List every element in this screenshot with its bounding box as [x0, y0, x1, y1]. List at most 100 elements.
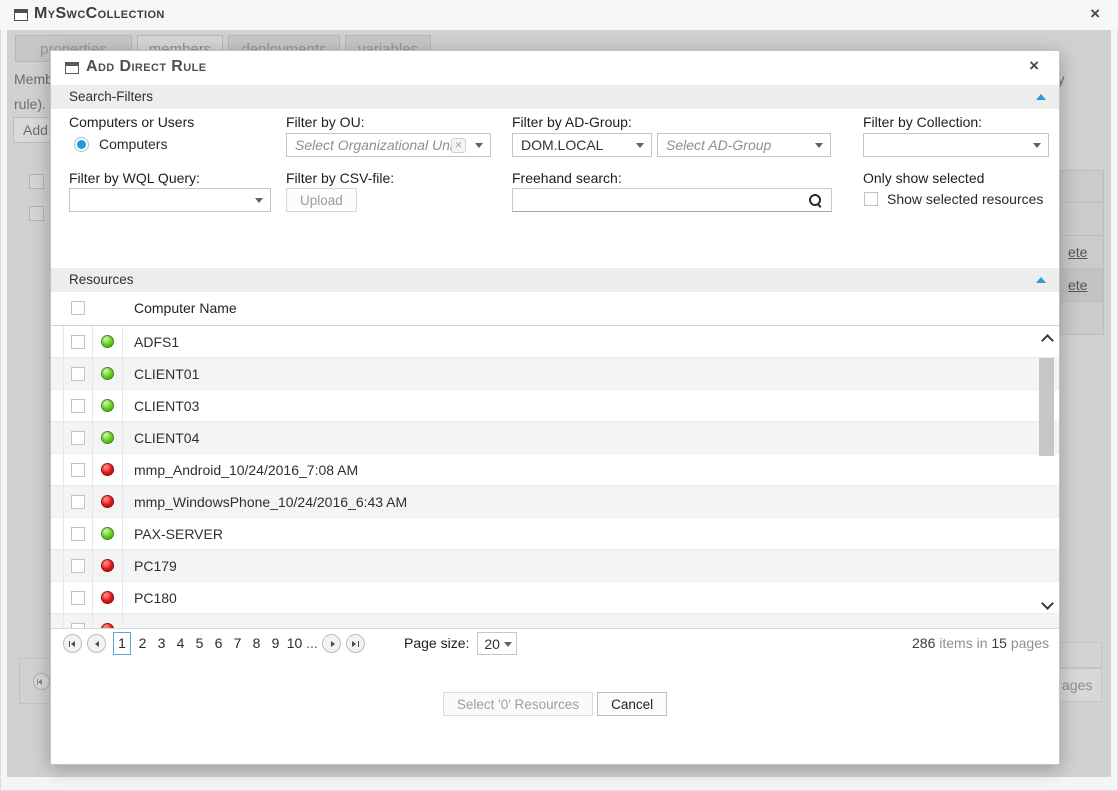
items-count: 286: [912, 635, 935, 651]
page-number[interactable]: 6: [209, 635, 228, 651]
row-checkbox[interactable]: [71, 431, 85, 445]
bg-table-checkbox[interactable]: [29, 206, 44, 221]
freehand-search-input[interactable]: [513, 189, 805, 211]
clear-icon[interactable]: ✕: [451, 138, 466, 153]
ad-group-combobox[interactable]: Select AD-Group: [657, 133, 831, 157]
page-number[interactable]: 9: [266, 635, 285, 651]
ad-group-placeholder: Select AD-Group: [666, 137, 771, 153]
prev-page-button[interactable]: [87, 634, 106, 653]
dialog-icon: [65, 62, 79, 74]
chevron-down-icon[interactable]: [815, 143, 823, 148]
page-size-dropdown[interactable]: 20: [477, 632, 517, 655]
upload-button[interactable]: Upload: [286, 188, 357, 212]
bg-table-cell: ete: [1060, 236, 1104, 269]
collapse-icon[interactable]: [1036, 94, 1046, 100]
add-direct-rule-dialog: Add Direct Rule × Search-Filters Compute…: [50, 50, 1060, 765]
first-page-button[interactable]: [63, 634, 82, 653]
page-number[interactable]: 7: [228, 635, 247, 651]
dialog-title: Add Direct Rule: [86, 58, 206, 76]
page-number[interactable]: 5: [190, 635, 209, 651]
last-page-button[interactable]: [346, 634, 365, 653]
computers-radio-label: Computers: [99, 136, 167, 152]
row-checkbox[interactable]: [71, 335, 85, 349]
computer-name: CLIENT03: [123, 398, 199, 414]
scrollbar-thumb[interactable]: [1039, 358, 1054, 456]
resource-row[interactable]: PC179: [51, 550, 1059, 582]
dialog-close-icon[interactable]: ×: [1029, 56, 1039, 76]
delete-link[interactable]: ete: [1068, 244, 1087, 260]
resource-row[interactable]: PAX-SERVER: [51, 518, 1059, 550]
scroll-down-icon[interactable]: [1043, 601, 1051, 609]
row-checkbox[interactable]: [71, 495, 85, 509]
search-icon[interactable]: [808, 193, 823, 208]
resource-row[interactable]: ADFS1: [51, 326, 1059, 358]
items-in-text: items in: [939, 635, 987, 651]
chevron-down-icon[interactable]: [475, 143, 483, 148]
status-led-icon: [101, 367, 114, 380]
current-page[interactable]: 1: [113, 632, 131, 655]
row-checkbox[interactable]: [71, 527, 85, 541]
select-resources-button[interactable]: Select '0' Resources: [443, 692, 593, 716]
window-close-icon[interactable]: ×: [1090, 4, 1100, 24]
row-checkbox[interactable]: [71, 591, 85, 605]
page-number[interactable]: 4: [171, 635, 190, 651]
chevron-down-icon[interactable]: [1033, 143, 1041, 148]
screen: MySwcCollection × properties members dep…: [0, 0, 1118, 791]
row-checkbox[interactable]: [71, 399, 85, 413]
resource-row-partial[interactable]: [51, 614, 1059, 628]
bg-table-cell: [1060, 302, 1104, 335]
bg-items-summary-clipped: ages: [1056, 668, 1102, 702]
collection-dropdown[interactable]: [863, 133, 1049, 157]
cancel-button[interactable]: Cancel: [597, 692, 667, 716]
ou-combobox[interactable]: Select Organizational Unit ✕: [286, 133, 491, 157]
computers-radio-group: Computers: [74, 136, 167, 152]
resource-row[interactable]: PC180: [51, 582, 1059, 614]
resource-row[interactable]: CLIENT03: [51, 390, 1059, 422]
filter-by-wql-label: Filter by WQL Query:: [69, 170, 200, 186]
chevron-down-icon[interactable]: [504, 642, 512, 647]
column-header-computer-name: Computer Name: [134, 300, 237, 316]
collapse-icon[interactable]: [1036, 277, 1046, 283]
status-led-icon: [101, 335, 114, 348]
window-title: MySwcCollection: [34, 5, 165, 23]
only-show-selected-label: Only show selected: [863, 170, 984, 186]
resource-row[interactable]: mmp_Android_10/24/2016_7:08 AM: [51, 454, 1059, 486]
status-led-icon: [101, 527, 114, 540]
resource-row[interactable]: CLIENT01: [51, 358, 1059, 390]
domain-dropdown[interactable]: DOM.LOCAL: [512, 133, 652, 157]
resource-row[interactable]: mmp_WindowsPhone_10/24/2016_6:43 AM: [51, 486, 1059, 518]
computer-name: CLIENT04: [123, 430, 199, 446]
items-summary: 286 items in 15 pages: [912, 635, 1049, 651]
page-number[interactable]: 10: [285, 635, 304, 651]
bg-first-page-button[interactable]: [33, 673, 50, 690]
select-all-checkbox[interactable]: [71, 301, 85, 315]
page-number[interactable]: 2: [133, 635, 152, 651]
computers-radio[interactable]: [74, 137, 89, 152]
row-checkbox[interactable]: [71, 463, 85, 477]
chevron-down-icon[interactable]: [636, 143, 644, 148]
scroll-up-icon[interactable]: [1043, 334, 1051, 342]
clipped-description-text-1: Memb: [14, 71, 53, 87]
dialog-footer: Select '0' Resources Cancel: [51, 692, 1059, 716]
ou-placeholder: Select Organizational Unit: [295, 137, 457, 153]
row-checkbox[interactable]: [71, 559, 85, 573]
delete-link[interactable]: ete: [1068, 277, 1087, 293]
bg-pager-cell: [1056, 642, 1102, 668]
page-number[interactable]: 3: [152, 635, 171, 651]
chevron-down-icon[interactable]: [255, 198, 263, 203]
page-ellipsis: ...: [304, 635, 320, 651]
show-selected-checkbox[interactable]: [864, 192, 878, 206]
next-page-button[interactable]: [322, 634, 341, 653]
bg-table-cell: [1060, 170, 1104, 203]
computer-name: PAX-SERVER: [123, 526, 223, 542]
window-icon: [14, 9, 28, 21]
row-checkbox[interactable]: [71, 367, 85, 381]
page-number[interactable]: 8: [247, 635, 266, 651]
filter-by-collection-label: Filter by Collection:: [863, 114, 982, 130]
domain-value: DOM.LOCAL: [521, 137, 603, 153]
vertical-scrollbar[interactable]: [1039, 332, 1055, 613]
page-size-label: Page size:: [404, 635, 469, 651]
bg-table-checkbox[interactable]: [29, 174, 44, 189]
resource-row[interactable]: CLIENT04: [51, 422, 1059, 454]
wql-query-combobox[interactable]: [69, 188, 271, 212]
